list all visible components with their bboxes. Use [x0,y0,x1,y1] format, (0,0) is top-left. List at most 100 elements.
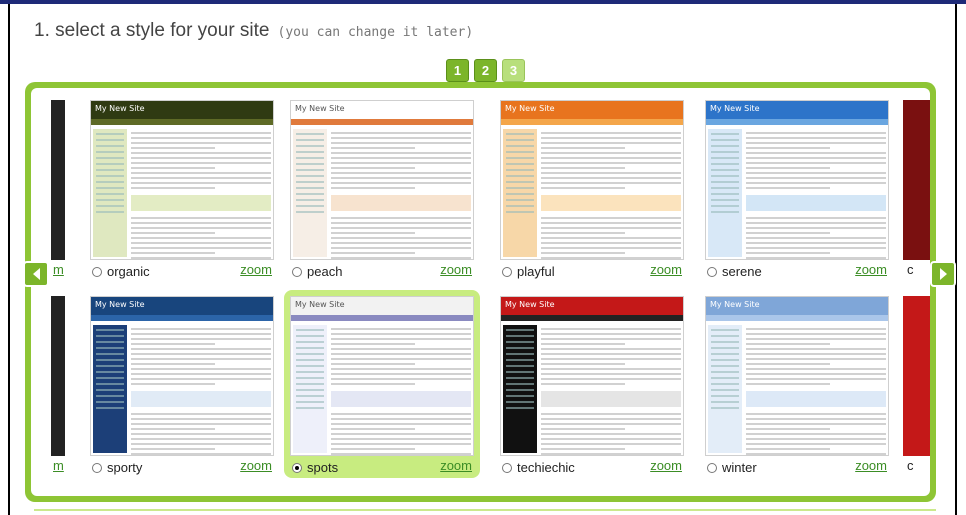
partial-thumbnail-left [51,296,65,456]
style-radio-button[interactable] [502,266,512,277]
thumbnail-sidebar [708,129,742,257]
zoom-link[interactable]: zoom [440,458,472,473]
style-name-label[interactable]: organic [107,264,150,279]
page-subtitle: (you can change it later) [277,25,474,40]
style-name-label[interactable]: peach [307,264,342,279]
partial-thumbnail-right [903,100,930,260]
style-radio-row[interactable]: playful [502,264,555,279]
style-radio-row[interactable]: serene [707,264,762,279]
page-title: 1. select a style for your site (you can … [34,20,473,42]
style-option-serene[interactable]: My New Site serene zoom [699,94,895,282]
thumbnail-content [131,129,271,259]
style-thumbnail[interactable]: My New Site [90,100,274,260]
thumbnail-nav-bar [706,119,888,125]
thumbnail-site-title: My New Site [295,104,345,113]
style-radio-button[interactable] [707,462,717,473]
arrow-right-icon [939,268,947,280]
zoom-link[interactable]: zoom [240,458,272,473]
partial-thumbnail-left [51,100,65,260]
thumbnail-site-title: My New Site [505,300,555,309]
frame-left-border [8,4,10,515]
thumbnail-header: My New Site [91,101,273,119]
partial-zoom-link-left[interactable]: m [53,458,64,473]
partial-thumbnail-right [903,296,930,456]
zoom-link[interactable]: zoom [650,458,682,473]
thumbnail-header: My New Site [706,101,888,119]
style-option-sporty[interactable]: My New Site sporty zoom [84,290,280,478]
style-name-label[interactable]: techiechic [517,460,575,475]
style-name-label[interactable]: winter [722,460,757,475]
zoom-link[interactable]: zoom [855,458,887,473]
thumbnail-nav-bar [91,315,273,321]
thumbnail-content [331,325,471,455]
style-radio-row[interactable]: spots [292,460,338,475]
thumbnail-content [746,325,886,455]
style-thumbnail[interactable]: My New Site [90,296,274,456]
thumbnail-sidebar [708,325,742,453]
style-option-techiechic[interactable]: My New Site techiechic zoom [494,290,690,478]
zoom-link[interactable]: zoom [650,262,682,277]
thumbnail-header: My New Site [706,297,888,315]
thumbnail-nav-bar [501,119,683,125]
style-name-label[interactable]: serene [722,264,762,279]
style-thumbnail[interactable]: My New Site [500,100,684,260]
page-title-text: 1. select a style for your site [34,20,270,41]
thumbnail-sidebar [503,129,537,257]
style-gallery-panel: m c m c My New Site organic zoom My New Site pea… [31,88,930,496]
style-radio-row[interactable]: organic [92,264,150,279]
thumbnail-sidebar [503,325,537,453]
thumbnail-nav-bar [291,315,473,321]
style-name-label[interactable]: sporty [107,460,142,475]
thumbnail-site-title: My New Site [95,104,145,113]
style-thumbnail[interactable]: My New Site [705,100,889,260]
partial-zoom-link-left[interactable]: m [53,262,64,277]
page-button-2[interactable]: 2 [474,59,497,82]
thumbnail-header: My New Site [291,101,473,119]
previous-page-button[interactable] [23,261,49,287]
zoom-link[interactable]: zoom [240,262,272,277]
thumbnail-nav-bar [706,315,888,321]
thumbnail-header: My New Site [501,101,683,119]
arrow-left-icon [32,268,40,280]
thumbnail-site-title: My New Site [710,104,760,113]
style-thumbnail[interactable]: My New Site [290,100,474,260]
thumbnail-content [331,129,471,259]
thumbnail-content [746,129,886,259]
style-option-winter[interactable]: My New Site winter zoom [699,290,895,478]
next-page-button[interactable] [930,261,956,287]
style-radio-button[interactable] [707,266,717,277]
style-radio-button[interactable] [502,462,512,473]
style-radio-row[interactable]: peach [292,264,342,279]
style-name-label[interactable]: spots [307,460,338,475]
style-radio-row[interactable]: winter [707,460,757,475]
style-thumbnail[interactable]: My New Site [705,296,889,456]
thumbnail-header: My New Site [291,297,473,315]
style-radio-button[interactable] [292,462,302,473]
frame-right-border [955,4,957,515]
thumbnail-content [541,129,681,259]
thumbnail-nav-bar [501,315,683,321]
partial-style-label-right: c [907,262,914,277]
thumbnail-sidebar [93,129,127,257]
style-radio-row[interactable]: sporty [92,460,142,475]
thumbnail-header: My New Site [91,297,273,315]
style-option-organic[interactable]: My New Site organic zoom [84,94,280,282]
style-thumbnail[interactable]: My New Site [500,296,684,456]
style-radio-button[interactable] [92,462,102,473]
zoom-link[interactable]: zoom [855,262,887,277]
thumbnail-sidebar [93,325,127,453]
style-option-peach[interactable]: My New Site peach zoom [284,94,480,282]
style-radio-button[interactable] [292,266,302,277]
style-name-label[interactable]: playful [517,264,555,279]
thumbnail-content [541,325,681,455]
thumbnail-content [131,325,271,455]
style-gallery: m c m c My New Site organic zoom My New Site pea… [23,82,956,502]
style-option-playful[interactable]: My New Site playful zoom [494,94,690,282]
style-radio-button[interactable] [92,266,102,277]
zoom-link[interactable]: zoom [440,262,472,277]
style-thumbnail[interactable]: My New Site [290,296,474,456]
page-button-1[interactable]: 1 [446,59,469,82]
style-option-spots[interactable]: My New Site spots zoom [284,290,480,478]
page-button-3[interactable]: 3 [502,59,525,82]
style-radio-row[interactable]: techiechic [502,460,575,475]
